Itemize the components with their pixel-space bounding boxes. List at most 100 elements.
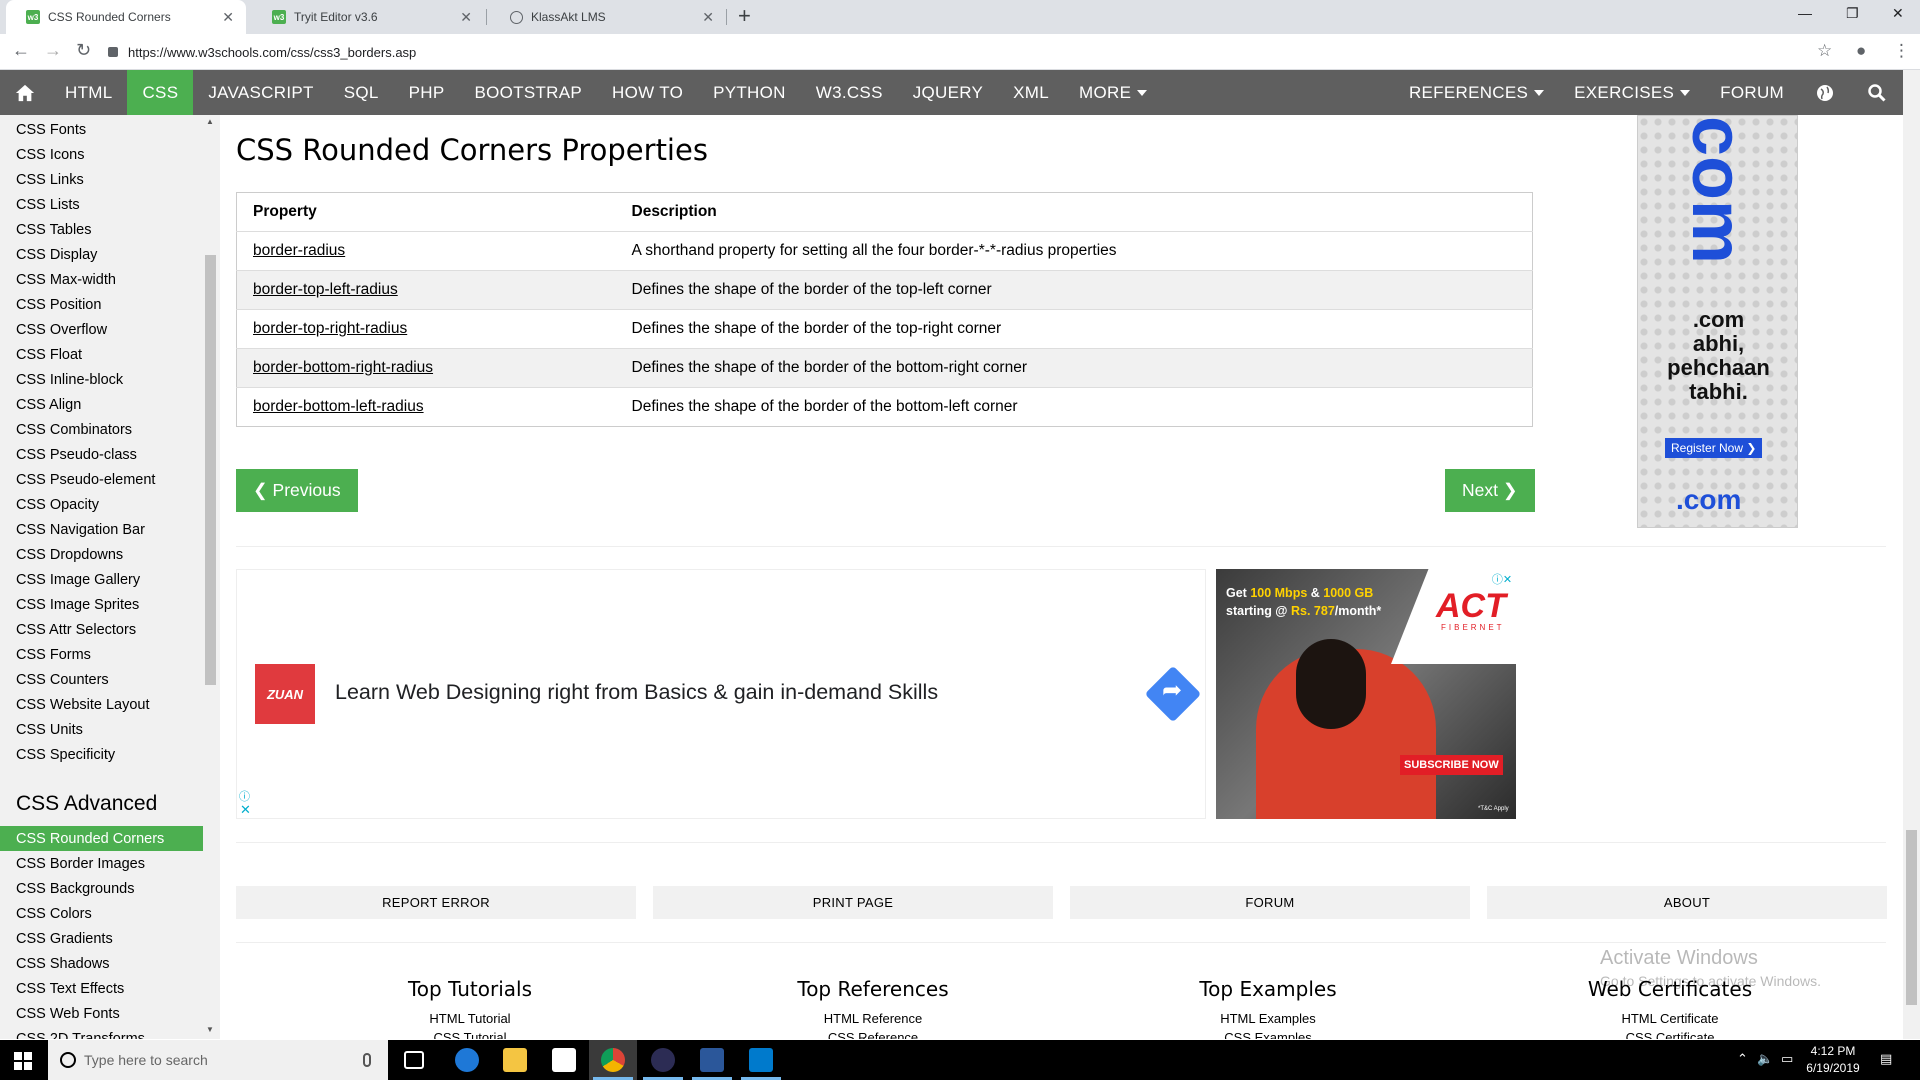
sidebar-item[interactable]: CSS Pseudo-class <box>0 442 203 467</box>
eclipse-icon[interactable] <box>651 1048 675 1072</box>
sidebar-item[interactable]: CSS Specificity <box>0 742 203 767</box>
nav-javascript[interactable]: JAVASCRIPT <box>193 70 328 115</box>
bookmark-star-icon[interactable]: ☆ <box>1817 41 1832 61</box>
profile-avatar-icon[interactable]: ● <box>1856 41 1866 61</box>
store-icon[interactable] <box>552 1048 576 1072</box>
ad-headline[interactable]: Learn Web Designing right from Basics & … <box>335 680 938 705</box>
task-view-icon[interactable] <box>404 1051 424 1069</box>
register-now-button[interactable]: Register Now ❯ <box>1665 438 1763 458</box>
footer-link[interactable]: HTML Reference <box>773 1011 973 1026</box>
sidebar-item[interactable]: CSS Max-width <box>0 267 203 292</box>
footer-link[interactable]: CSS Tutorial <box>370 1030 570 1039</box>
sidebar-item[interactable]: CSS Gradients <box>0 926 203 951</box>
sidebar-item[interactable]: CSS Attr Selectors <box>0 617 203 642</box>
property-link[interactable]: border-bottom-left-radius <box>253 398 424 415</box>
sidebar-item[interactable]: CSS Float <box>0 342 203 367</box>
sidebar-item[interactable]: CSS Icons <box>0 142 203 167</box>
property-link[interactable]: border-radius <box>253 242 345 259</box>
address-bar[interactable]: https://www.w3schools.com/css/css3_borde… <box>108 38 1788 66</box>
sidebar-item[interactable]: CSS Counters <box>0 667 203 692</box>
previous-button[interactable]: ❮ Previous <box>236 469 358 512</box>
nav-xml[interactable]: XML <box>998 70 1064 115</box>
nav-w3css[interactable]: W3.CSS <box>801 70 898 115</box>
sidebar-item[interactable]: CSS Overflow <box>0 317 203 342</box>
sidebar-item[interactable]: CSS Fonts <box>0 117 203 142</box>
property-link[interactable]: border-bottom-right-radius <box>253 359 433 376</box>
next-button[interactable]: Next ❯ <box>1445 469 1535 512</box>
restore-icon[interactable]: ❐ <box>1846 5 1859 22</box>
report-error-button[interactable]: REPORT ERROR <box>236 886 636 919</box>
nav-sql[interactable]: SQL <box>329 70 394 115</box>
close-icon[interactable]: ✕ <box>460 9 472 26</box>
nav-python[interactable]: PYTHON <box>698 70 801 115</box>
taskbar-search-field[interactable]: Type here to search <box>48 1040 388 1080</box>
forum-button[interactable]: FORUM <box>1070 886 1470 919</box>
nav-how-to[interactable]: HOW TO <box>597 70 698 115</box>
nav-jquery[interactable]: JQUERY <box>898 70 998 115</box>
footer-link[interactable]: HTML Tutorial <box>370 1011 570 1026</box>
about-button[interactable]: ABOUT <box>1487 886 1887 919</box>
text-banner-ad[interactable]: ZUAN Learn Web Designing right from Basi… <box>236 569 1206 819</box>
action-center-icon[interactable]: ▤ <box>1880 1051 1892 1067</box>
sidebar-item[interactable]: CSS Units <box>0 717 203 742</box>
footer-link[interactable]: HTML Examples <box>1168 1011 1368 1026</box>
browser-tab-tryit-editor[interactable]: w3 Tryit Editor v3.6 ✕ <box>252 0 484 34</box>
print-page-button[interactable]: PRINT PAGE <box>653 886 1053 919</box>
edge-browser-icon[interactable] <box>455 1048 479 1072</box>
sidebar-item-active[interactable]: CSS Rounded Corners <box>0 826 203 851</box>
sidebar-item[interactable]: CSS Forms <box>0 642 203 667</box>
minimize-icon[interactable]: — <box>1798 5 1812 21</box>
nav-forum[interactable]: FORUM <box>1705 70 1799 115</box>
sidebar-item[interactable]: CSS Shadows <box>0 951 203 976</box>
windows-start-icon[interactable] <box>14 1052 32 1070</box>
chrome-icon[interactable] <box>601 1048 625 1072</box>
scroll-up-icon[interactable]: ▲ <box>206 117 214 126</box>
browser-tab-klassakt-lms[interactable]: KlassAkt LMS ✕ <box>490 0 726 34</box>
property-link[interactable]: border-top-left-radius <box>253 281 398 298</box>
nav-html[interactable]: HTML <box>50 70 127 115</box>
page-scroll-thumb[interactable] <box>1906 830 1917 1005</box>
sidebar-item[interactable]: CSS Image Gallery <box>0 567 203 592</box>
sidebar-item[interactable]: CSS Pseudo-element <box>0 467 203 492</box>
menu-kebab-icon[interactable]: ⋮ <box>1893 41 1910 61</box>
footer-link[interactable]: CSS Reference <box>773 1030 973 1039</box>
footer-link[interactable]: HTML Certificate <box>1550 1011 1790 1026</box>
volume-icon[interactable]: 🔈 <box>1757 1051 1773 1067</box>
nav-bootstrap[interactable]: BOOTSTRAP <box>459 70 597 115</box>
footer-link[interactable]: CSS Examples <box>1168 1030 1368 1039</box>
browser-tab-css-rounded-corners[interactable]: w3 CSS Rounded Corners ✕ <box>6 0 246 34</box>
subscribe-now-button[interactable]: SUBSCRIBE NOW <box>1400 755 1503 775</box>
microphone-icon[interactable] <box>363 1053 371 1067</box>
network-icon[interactable]: ▭ <box>1781 1051 1793 1067</box>
sidebar-item[interactable]: CSS Navigation Bar <box>0 517 203 542</box>
ad-close-icon[interactable]: ✕ <box>240 802 251 818</box>
file-explorer-icon[interactable] <box>503 1048 527 1072</box>
reload-icon[interactable]: ↻ <box>76 40 91 61</box>
sidebar-item[interactable]: CSS Links <box>0 167 203 192</box>
sidebar-item[interactable]: CSS Image Sprites <box>0 592 203 617</box>
new-tab-plus-icon[interactable]: + <box>738 3 751 29</box>
taskbar-clock[interactable]: 4:12 PM 6/19/2019 <box>1803 1043 1863 1077</box>
nav-css[interactable]: CSS <box>127 70 194 115</box>
ad-choices-icon[interactable]: ⓘ✕ <box>1490 571 1514 587</box>
close-icon[interactable]: ✕ <box>222 9 234 26</box>
search-icon[interactable] <box>1851 70 1903 115</box>
tray-chevron-up-icon[interactable]: ⌃ <box>1737 1051 1748 1067</box>
sidebar-item[interactable]: CSS Lists <box>0 192 203 217</box>
sidebar-item[interactable]: CSS 2D Transforms <box>0 1026 203 1040</box>
sidebar-item[interactable]: CSS Tables <box>0 217 203 242</box>
sidebar-item[interactable]: CSS Display <box>0 242 203 267</box>
sidebar-item[interactable]: CSS Combinators <box>0 417 203 442</box>
property-link[interactable]: border-top-right-radius <box>253 320 407 337</box>
nav-references[interactable]: REFERENCES <box>1394 70 1559 115</box>
sidebar-scroll-thumb[interactable] <box>205 255 216 685</box>
sidebar-item[interactable]: CSS Dropdowns <box>0 542 203 567</box>
forward-arrow-icon[interactable]: → <box>44 40 62 61</box>
sidebar-item[interactable]: CSS Inline-block <box>0 367 203 392</box>
home-icon[interactable] <box>0 70 50 115</box>
sidebar-item[interactable]: CSS Opacity <box>0 492 203 517</box>
footer-link[interactable]: CSS Certificate <box>1550 1030 1790 1039</box>
sidebar-item[interactable]: CSS Web Fonts <box>0 1001 203 1026</box>
sidebar-item[interactable]: CSS Position <box>0 292 203 317</box>
globe-icon[interactable] <box>1799 70 1851 115</box>
